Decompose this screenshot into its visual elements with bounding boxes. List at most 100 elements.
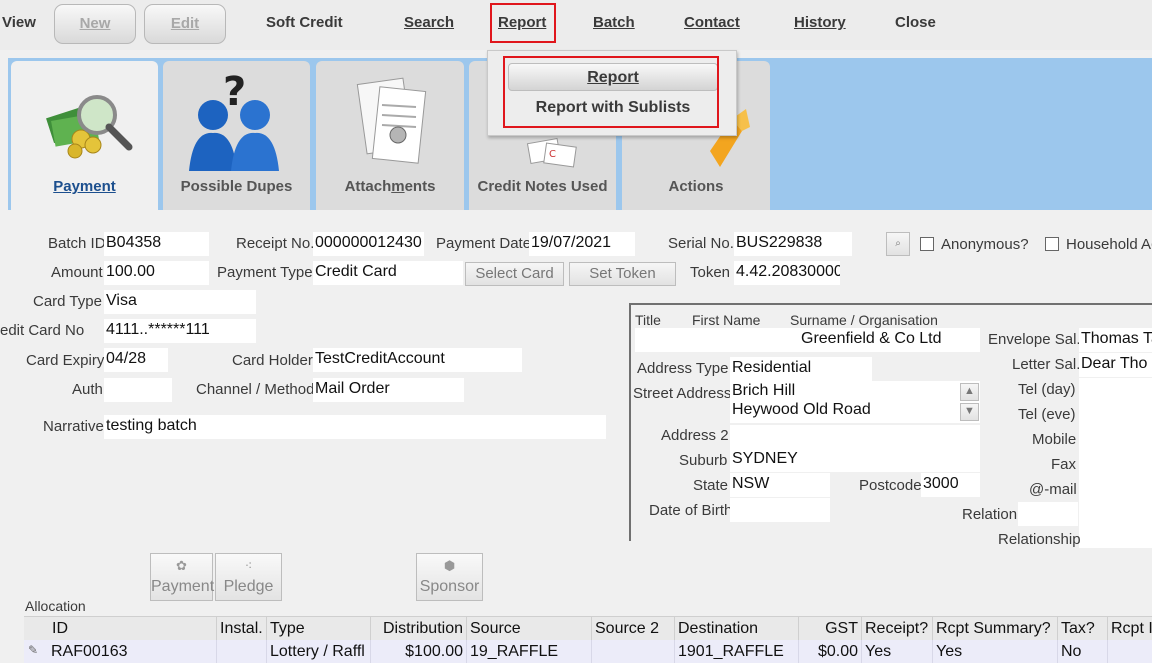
auth-field[interactable] (104, 378, 172, 402)
tab-attachments[interactable]: Attachments (316, 61, 464, 211)
suburb-field[interactable]: SYDNEY (730, 448, 980, 472)
new-button[interactable]: New (54, 4, 136, 44)
surname-field[interactable]: Greenfield & Co Ltd (635, 328, 980, 352)
menu-close[interactable]: Close (895, 14, 936, 31)
token-label: Token (690, 264, 731, 281)
phone-fields[interactable] (1079, 378, 1152, 548)
cell-distribution: $100.00 (370, 640, 466, 663)
report-highlight-box (490, 3, 556, 43)
table-row[interactable]: ✎ RAF00163 Lottery / Raffl $100.00 19_RA… (24, 640, 1152, 663)
envelope-sal-label: Envelope Sal. (988, 331, 1081, 348)
payment-button-label: Payment (151, 578, 215, 595)
token-field[interactable]: 4.42.20830000 (734, 261, 840, 285)
select-card-button[interactable]: Select Card (465, 262, 564, 286)
first-name-label: First Name (692, 312, 761, 328)
street-address-field[interactable]: Brich Hill Heywood Old Road (730, 381, 980, 423)
card-type-field[interactable]: Visa (104, 290, 256, 314)
fax-label: Fax (1051, 456, 1077, 473)
payment-gear-icon: ✿ (176, 558, 187, 573)
tab-credit-notes-label: Credit Notes Used (477, 178, 608, 195)
dropdown-highlight-box (503, 56, 719, 128)
menu-search[interactable]: Search (404, 14, 454, 31)
col-id[interactable]: ID (24, 617, 216, 641)
credit-card-no-field[interactable]: 4111..******111 (104, 319, 256, 343)
col-receipt[interactable]: Receipt? (861, 617, 932, 641)
batch-id-label: Batch ID (48, 235, 106, 252)
postcode-field[interactable]: 3000 (921, 473, 980, 497)
card-holder-field[interactable]: TestCreditAccount (313, 348, 522, 372)
payment-button[interactable]: ✿ Payment (150, 553, 215, 601)
letter-sal-field[interactable]: Dear Tho (1079, 353, 1152, 377)
svg-text:C: C (549, 149, 556, 160)
col-tax[interactable]: Tax? (1057, 617, 1107, 641)
cell-id: RAF00163 (51, 643, 128, 660)
menu-contact[interactable]: Contact (684, 14, 740, 31)
edit-button[interactable]: Edit (144, 4, 226, 44)
col-type[interactable]: Type (266, 617, 370, 641)
col-source[interactable]: Source (466, 617, 591, 641)
state-field[interactable]: NSW (730, 473, 830, 497)
menu-batch[interactable]: Batch (593, 14, 635, 31)
menu-soft-credit[interactable]: Soft Credit (266, 14, 343, 31)
col-source2[interactable]: Source 2 (591, 617, 674, 641)
relationship-label: Relationship (998, 531, 1081, 548)
payment-date-field[interactable]: 19/07/2021 (529, 232, 635, 256)
dob-field[interactable] (730, 498, 830, 522)
cell-gst: $0.00 (798, 640, 861, 663)
col-instal[interactable]: Instal. (216, 617, 266, 641)
household-checkbox[interactable] (1045, 237, 1059, 251)
envelope-sal-field[interactable]: Thomas Ta (1079, 328, 1152, 352)
col-destination[interactable]: Destination (674, 617, 798, 641)
cell-rcpt-summary: Yes (932, 640, 1057, 663)
sponsor-button[interactable]: ⬢ Sponsor (416, 553, 483, 601)
address-type-label: Address Type (637, 360, 729, 377)
allocation-table-header: ID Instal. Type Distribution Source Sour… (24, 616, 1152, 641)
amount-field[interactable]: 100.00 (104, 261, 209, 285)
receipt-no-label: Receipt No. (236, 235, 315, 252)
col-distribution[interactable]: Distribution (370, 617, 466, 641)
surname-label: Surname / Organisation (790, 312, 938, 328)
anonymous-checkbox[interactable] (920, 237, 934, 251)
menu-history[interactable]: History (794, 14, 846, 31)
sponsor-button-label: Sponsor (419, 578, 480, 595)
tel-eve-label: Tel (eve) (1018, 406, 1076, 423)
set-token-button[interactable]: Set Token (569, 262, 676, 286)
card-expiry-field[interactable]: 04/28 (104, 348, 168, 372)
credit-card-no-label: edit Card No (0, 322, 85, 339)
tab-payment[interactable]: Payment (11, 61, 158, 211)
scroll-up-button[interactable]: ▲ (960, 383, 979, 401)
attachments-icon (356, 77, 427, 164)
channel-field[interactable]: Mail Order (313, 378, 464, 402)
cell-type: Lottery / Raffl (266, 640, 370, 663)
receipt-no-field[interactable]: 000000012430 (313, 232, 424, 256)
col-rcpt[interactable]: Rcpt I (1107, 617, 1152, 641)
payment-date-label: Payment Date (436, 235, 532, 252)
address2-label: Address 2 (661, 427, 729, 444)
anonymous-label: Anonymous? (941, 236, 1029, 253)
suburb-label: Suburb (679, 452, 728, 469)
serial-lookup-button[interactable]: ⌕ (886, 232, 910, 256)
batch-id-field[interactable]: B04358 (104, 232, 209, 256)
pledge-button[interactable]: ⁖ Pledge (215, 553, 282, 601)
col-gst[interactable]: GST (798, 617, 861, 641)
channel-label: Channel / Method (196, 381, 315, 398)
money-magnifier-icon (46, 95, 133, 159)
edit-button-label: Edit (170, 15, 200, 32)
payment-type-label: Payment Type (217, 264, 313, 281)
title-label: Title (635, 312, 661, 328)
pledge-button-label: Pledge (223, 578, 274, 595)
cell-instal (216, 640, 266, 663)
address2-field[interactable] (730, 425, 980, 449)
scroll-down-button[interactable]: ▼ (960, 403, 979, 421)
payment-type-field[interactable]: Credit Card (313, 261, 463, 285)
row-edit-icon[interactable]: ✎ (28, 643, 38, 657)
people-question-icon: ? (189, 71, 279, 171)
address-type-field[interactable]: Residential (730, 357, 872, 381)
tab-possible-dupes[interactable]: ? Possible Dupes (163, 61, 310, 211)
col-rcpt-summary[interactable]: Rcpt Summary? (932, 617, 1057, 641)
serial-no-field[interactable]: BUS229838 (734, 232, 852, 256)
relation-field[interactable] (1018, 502, 1078, 526)
postcode-label: Postcode (859, 477, 922, 494)
narrative-field[interactable]: testing batch (104, 415, 606, 439)
menu-view[interactable]: View (2, 14, 36, 31)
